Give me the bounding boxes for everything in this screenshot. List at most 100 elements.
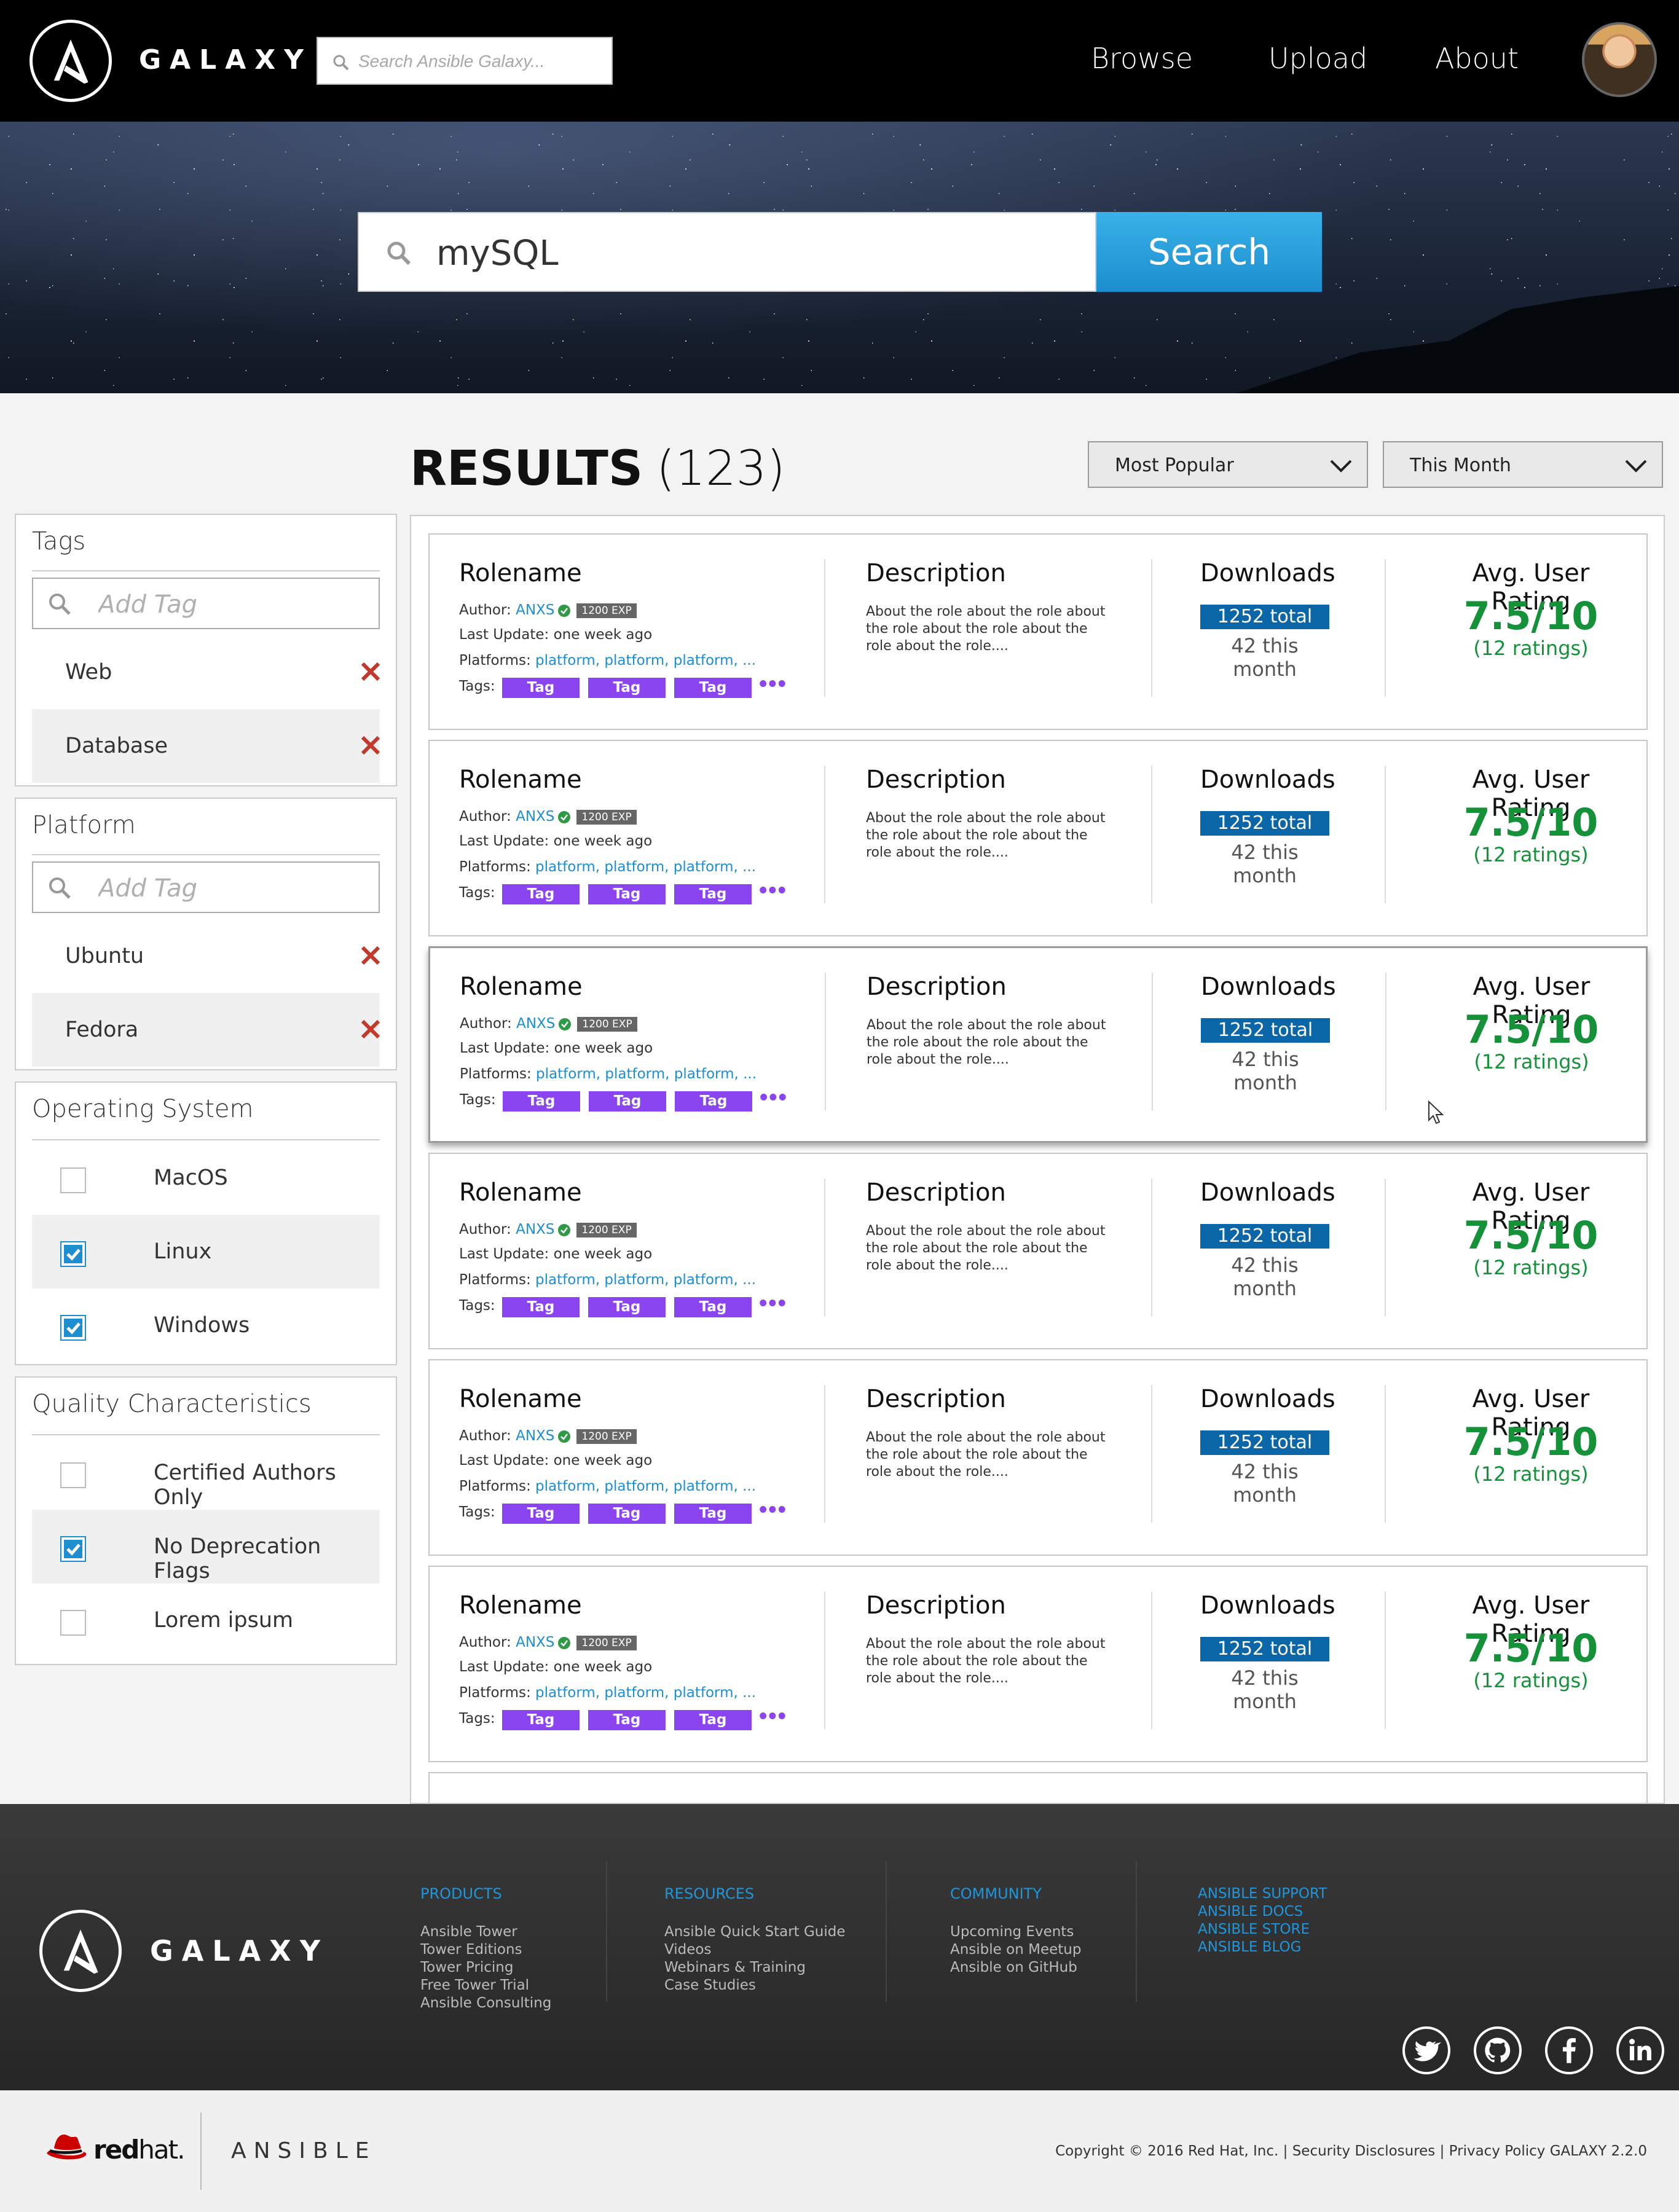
footer-link[interactable]: Tower Pricing (420, 1959, 551, 1977)
footer-link[interactable]: ANSIBLE DOCS (1198, 1903, 1327, 1921)
footer-link[interactable]: Webinars & Training (664, 1959, 846, 1977)
more-tags-icon[interactable]: ••• (759, 877, 787, 904)
tag-chip[interactable]: Tag (588, 884, 666, 904)
tag-chip[interactable]: Tag (674, 1297, 752, 1317)
quality-option-certified[interactable]: Certified Authors Only (32, 1436, 380, 1510)
tag-chip[interactable]: Tag (674, 884, 752, 904)
nav-about[interactable]: About (1435, 42, 1519, 75)
tag-chip[interactable]: Tag (502, 1710, 580, 1730)
os-option-linux[interactable]: Linux (32, 1215, 380, 1288)
tag-chip[interactable]: Tag (589, 1091, 666, 1112)
role-result-card[interactable]: Rolename Author: ANXS 1200 EXP Last Updat… (428, 1566, 1648, 1762)
author-link[interactable]: ANXS (516, 1634, 554, 1650)
footer-link[interactable]: ANSIBLE STORE (1198, 1921, 1327, 1939)
footer-link[interactable]: Ansible on GitHub (950, 1959, 1081, 1977)
tag-chip[interactable]: Tag (502, 1297, 580, 1317)
tag-chip[interactable]: Tag (503, 1091, 580, 1112)
checkbox[interactable] (60, 1462, 86, 1488)
more-tags-icon[interactable]: ••• (759, 1290, 787, 1317)
footer-link[interactable]: Free Tower Trial (420, 1977, 551, 1994)
more-tags-icon[interactable]: ••• (759, 671, 787, 697)
tag-chip[interactable]: Tag (502, 884, 580, 904)
add-platform-input[interactable] (98, 875, 356, 902)
sort-dropdown[interactable]: Most Popular (1088, 441, 1368, 488)
tag-chip[interactable]: Tag (502, 1504, 580, 1524)
twitter-icon[interactable] (1402, 2026, 1450, 2074)
role-result-card[interactable]: Rolename Author: ANXS 1200 EXP Last Updat… (428, 533, 1648, 730)
platforms-link[interactable]: platform, platform, platform, ... (536, 1066, 757, 1082)
footer-link[interactable]: Case Studies (664, 1977, 846, 1994)
role-result-card[interactable]: Rolename Author: ANXS 1200 EXP Last Updat… (428, 946, 1648, 1143)
footer-link[interactable]: ANSIBLE BLOG (1198, 1939, 1327, 1956)
footer-link[interactable]: Ansible Tower (420, 1923, 551, 1941)
tag-chip[interactable]: Tag (674, 678, 752, 698)
ansible-logo-icon[interactable] (29, 20, 112, 102)
platforms-link[interactable]: platform, platform, platform, ... (535, 859, 756, 875)
footer-link[interactable]: Ansible Quick Start Guide (664, 1923, 846, 1941)
footer-link[interactable]: ANSIBLE SUPPORT (1198, 1885, 1327, 1903)
main-search-box[interactable] (358, 212, 1096, 292)
checkbox[interactable] (60, 1167, 86, 1193)
header-search-input[interactable] (358, 48, 604, 75)
period-dropdown[interactable]: This Month (1383, 441, 1663, 488)
checkbox[interactable] (60, 1610, 86, 1636)
tag-chip[interactable]: Tag (588, 1297, 666, 1317)
tag-input-box[interactable] (32, 578, 380, 629)
github-icon[interactable] (1474, 2026, 1522, 2074)
ansible-logo-icon[interactable] (39, 1910, 122, 1992)
add-tag-input[interactable] (98, 591, 356, 618)
footer-link[interactable]: Tower Editions (420, 1941, 551, 1959)
nav-browse[interactable]: Browse (1091, 42, 1193, 75)
tag-chip[interactable]: Tag (675, 1091, 752, 1112)
remove-icon[interactable] (359, 734, 382, 757)
author-link[interactable]: ANXS (516, 1428, 554, 1444)
brand-title[interactable]: GALAXY (139, 44, 312, 76)
search-button[interactable]: Search (1096, 212, 1322, 292)
platforms-link[interactable]: platform, platform, platform, ... (535, 1685, 756, 1701)
more-tags-icon[interactable]: ••• (759, 1703, 787, 1730)
role-name[interactable]: Rolename (460, 973, 583, 1001)
footer-link[interactable]: Upcoming Events (950, 1923, 1081, 1941)
checkbox[interactable] (60, 1241, 86, 1267)
platforms-link[interactable]: platform, platform, platform, ... (535, 1478, 756, 1494)
role-result-card[interactable]: Rolename Author: ANXS 1200 EXP Last Updat… (428, 1153, 1648, 1349)
author-link[interactable]: ANXS (516, 809, 554, 825)
remove-icon[interactable] (359, 944, 382, 967)
role-result-card[interactable] (428, 1772, 1648, 1803)
role-name[interactable]: Rolename (459, 1179, 582, 1207)
role-name[interactable]: Rolename (459, 559, 582, 587)
tag-chip[interactable]: Tag (674, 1504, 752, 1524)
author-link[interactable]: ANXS (516, 602, 554, 618)
footer-link[interactable]: Ansible Consulting (420, 1994, 551, 2012)
more-tags-icon[interactable]: ••• (759, 1497, 787, 1523)
quality-option-lorem[interactable]: Lorem ipsum (32, 1583, 380, 1657)
nav-upload[interactable]: Upload (1268, 42, 1367, 75)
tag-chip[interactable]: Tag (502, 678, 580, 698)
platform-input-box[interactable] (32, 861, 380, 913)
role-result-card[interactable]: Rolename Author: ANXS 1200 EXP Last Updat… (428, 740, 1648, 936)
more-tags-icon[interactable]: ••• (760, 1084, 788, 1111)
role-name[interactable]: Rolename (459, 1591, 582, 1620)
checkbox[interactable] (60, 1536, 86, 1562)
checkbox[interactable] (60, 1315, 86, 1341)
footer-link[interactable]: Videos (664, 1941, 846, 1959)
tag-chip[interactable]: Tag (588, 1504, 666, 1524)
user-avatar[interactable] (1582, 22, 1657, 97)
tag-chip[interactable]: Tag (588, 678, 666, 698)
tag-chip[interactable]: Tag (588, 1710, 666, 1730)
footer-link[interactable]: Ansible on Meetup (950, 1941, 1081, 1959)
author-link[interactable]: ANXS (516, 1016, 555, 1032)
role-result-card[interactable]: Rolename Author: ANXS 1200 EXP Last Updat… (428, 1359, 1648, 1556)
remove-icon[interactable] (359, 1018, 382, 1041)
os-option-macos[interactable]: MacOS (32, 1141, 380, 1215)
linkedin-icon[interactable] (1616, 2026, 1664, 2074)
main-search-input[interactable] (436, 232, 1075, 275)
facebook-icon[interactable] (1545, 2026, 1593, 2074)
role-name[interactable]: Rolename (459, 1385, 582, 1413)
quality-option-no-deprecation[interactable]: No Deprecation Flags (32, 1510, 380, 1583)
author-link[interactable]: ANXS (516, 1222, 554, 1237)
tag-chip[interactable]: Tag (674, 1710, 752, 1730)
role-name[interactable]: Rolename (459, 766, 582, 794)
os-option-windows[interactable]: Windows (32, 1288, 380, 1362)
remove-icon[interactable] (359, 660, 382, 683)
